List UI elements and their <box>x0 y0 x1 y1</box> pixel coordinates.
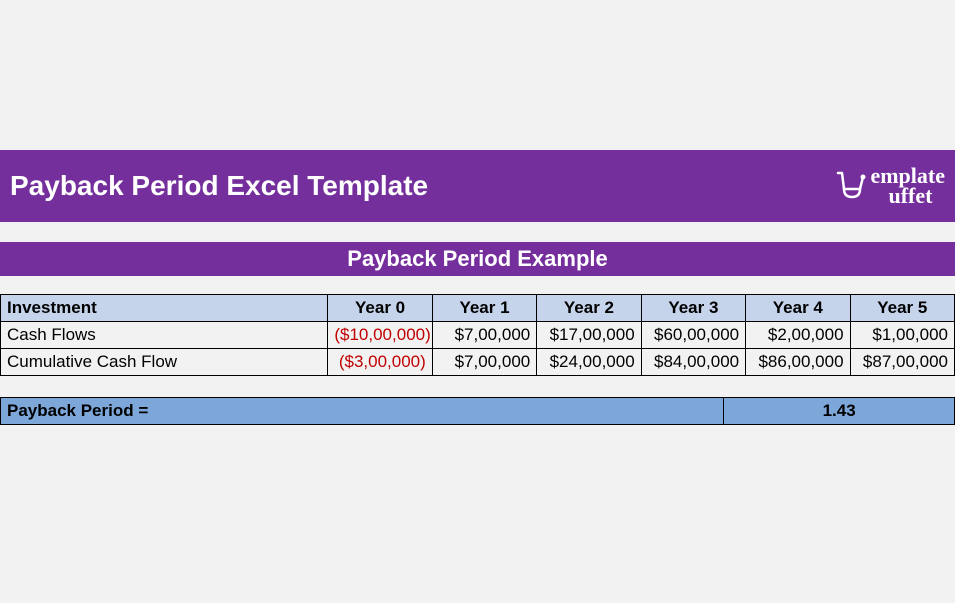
cart-icon <box>834 169 868 203</box>
logo-text: emplate uffet <box>870 166 945 206</box>
page-title: Payback Period Excel Template <box>10 170 428 202</box>
spreadsheet: Investment Year 0 Year 1 Year 2 Year 3 Y… <box>0 294 955 426</box>
result-row: Payback Period = 1.43 <box>1 398 955 425</box>
cell-value: $1,00,000 <box>850 321 954 348</box>
year-header: Year 3 <box>641 294 745 321</box>
year-header: Year 5 <box>850 294 954 321</box>
brand-logo: emplate uffet <box>834 166 945 206</box>
investment-header: Investment <box>1 294 328 321</box>
table-row: Cumulative Cash Flow ($3,00,000) $7,00,0… <box>1 348 955 375</box>
year-header: Year 1 <box>432 294 536 321</box>
cell-value: $60,00,000 <box>641 321 745 348</box>
payback-table: Investment Year 0 Year 1 Year 2 Year 3 Y… <box>0 294 955 398</box>
cell-value: $86,00,000 <box>746 348 850 375</box>
cell-value: $7,00,000 <box>432 348 536 375</box>
result-label: Payback Period = <box>1 398 724 425</box>
result-table: Payback Period = 1.43 <box>0 397 955 425</box>
title-bar: Payback Period Excel Template emplate uf… <box>0 150 955 222</box>
table-header-row: Investment Year 0 Year 1 Year 2 Year 3 Y… <box>1 294 955 321</box>
table-row: Cash Flows ($10,00,000) $7,00,000 $17,00… <box>1 321 955 348</box>
cell-value: $17,00,000 <box>537 321 641 348</box>
spacer <box>1 375 955 397</box>
row-label: Cumulative Cash Flow <box>1 348 328 375</box>
section-subtitle: Payback Period Example <box>0 242 955 276</box>
cell-value: $87,00,000 <box>850 348 954 375</box>
cell-value: $7,00,000 <box>432 321 536 348</box>
cell-value: $2,00,000 <box>746 321 850 348</box>
result-value: 1.43 <box>724 398 955 425</box>
year-header: Year 4 <box>746 294 850 321</box>
year-header: Year 0 <box>328 294 432 321</box>
cell-value: $24,00,000 <box>537 348 641 375</box>
row-label: Cash Flows <box>1 321 328 348</box>
cell-value: $84,00,000 <box>641 348 745 375</box>
year-header: Year 2 <box>537 294 641 321</box>
cell-value: ($10,00,000) <box>328 321 432 348</box>
cell-value: ($3,00,000) <box>328 348 432 375</box>
